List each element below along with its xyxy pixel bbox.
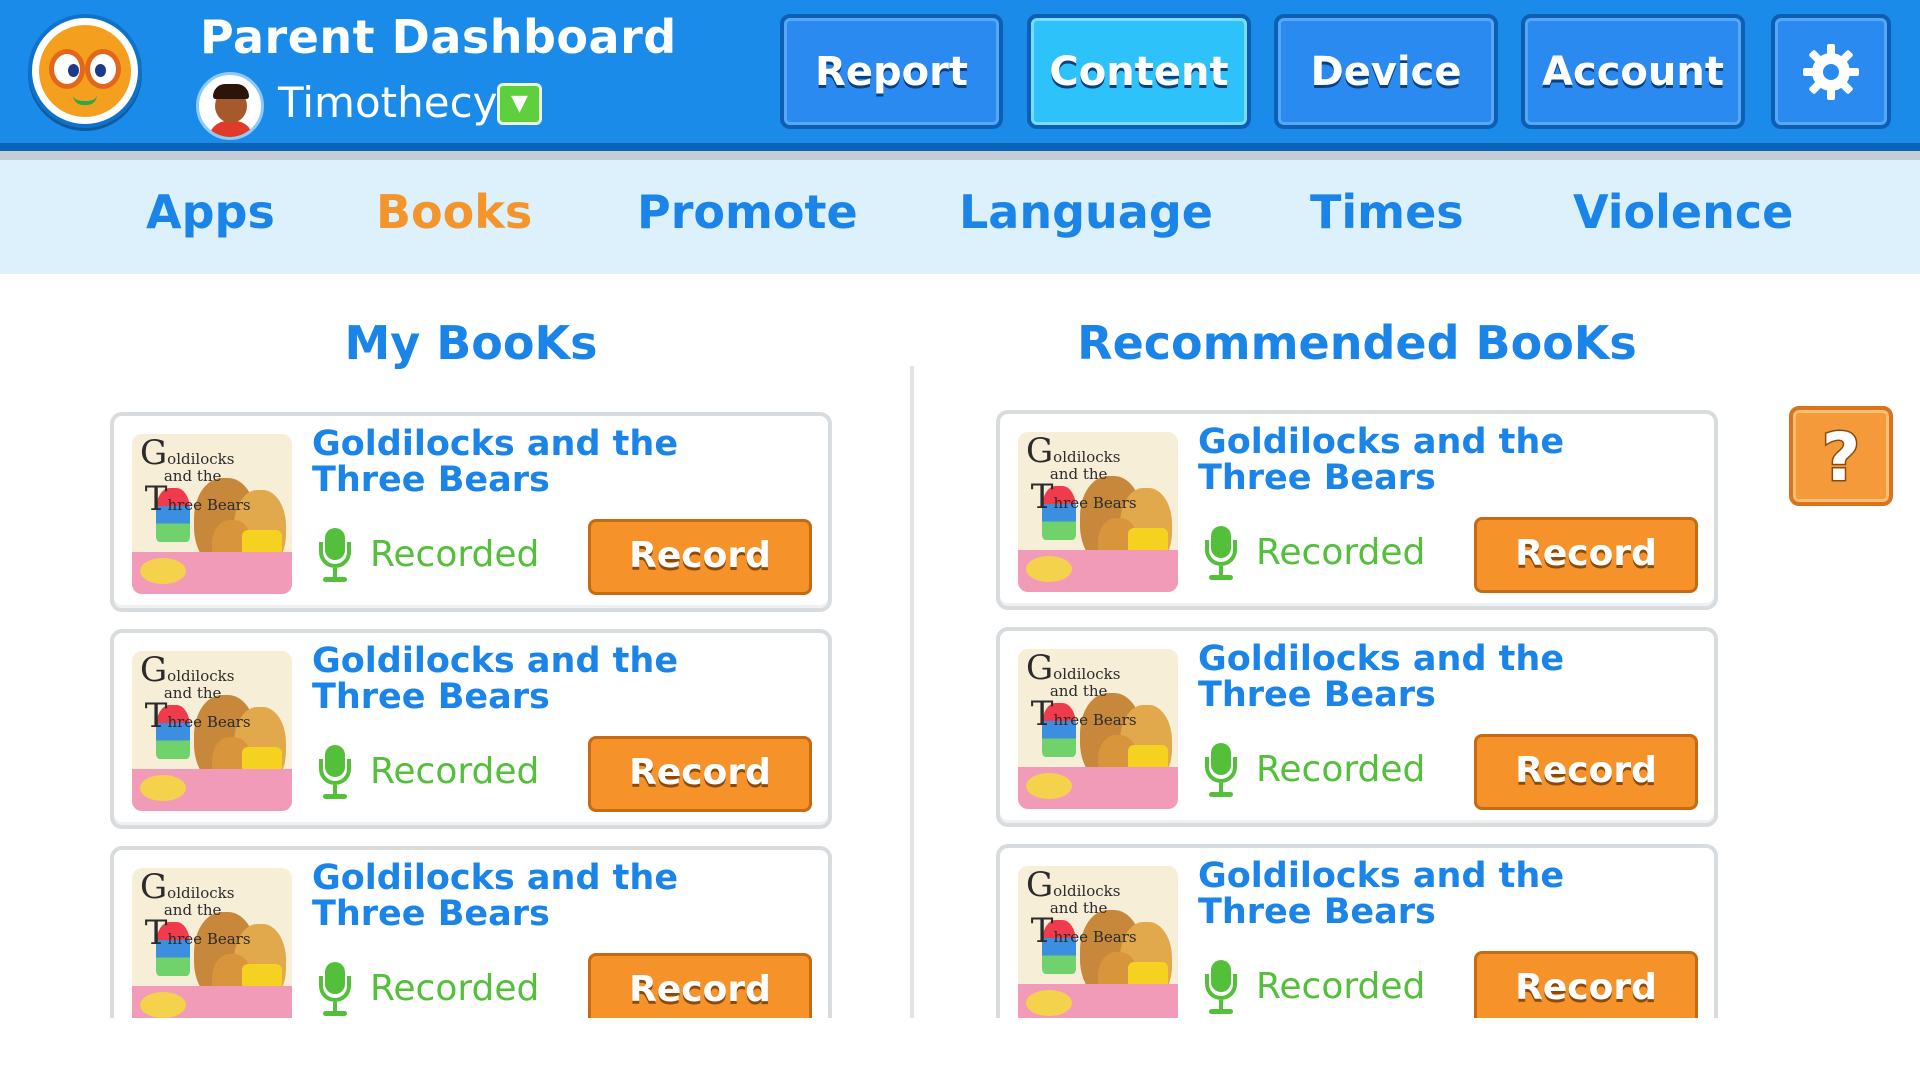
nav-report-button[interactable]: Report <box>780 14 1003 129</box>
microphone-icon <box>318 962 354 1018</box>
app-header: Parent Dashboard Timothecy ▼ Report Cont… <box>0 0 1920 151</box>
tab-apps[interactable]: Apps <box>146 185 275 239</box>
recorded-status: Recorded <box>1256 749 1426 790</box>
record-button[interactable]: Record <box>1474 517 1698 593</box>
book-title[interactable]: Goldilocks and the Three Bears <box>1198 858 1618 930</box>
microphone-icon <box>1204 960 1240 1016</box>
book-cover-image[interactable]: Goldilocks and the Three Bears <box>132 434 292 594</box>
book-cover-image[interactable]: Goldilocks and the Three Bears <box>132 868 292 1028</box>
bottom-mask <box>0 1018 1920 1080</box>
record-button[interactable]: Record <box>1474 951 1698 1027</box>
book-cover-title: Goldilocks and the Three Bears <box>140 868 251 953</box>
book-title[interactable]: Goldilocks and the Three Bears <box>1198 641 1618 713</box>
app-logo <box>28 14 142 128</box>
page-title: Parent Dashboard <box>200 10 677 64</box>
recorded-status: Recorded <box>370 534 540 575</box>
recorded-status: Recorded <box>1256 966 1426 1007</box>
owl-eye-left <box>49 49 85 89</box>
microphone-icon <box>318 745 354 801</box>
my-book-card[interactable]: Goldilocks and the Three Bears Goldilock… <box>110 629 832 829</box>
content-tabs: Apps Books Promote Language Times Violen… <box>0 160 1920 274</box>
tab-promote[interactable]: Promote <box>637 185 858 239</box>
book-title[interactable]: Goldilocks and the Three Bears <box>312 860 732 932</box>
book-title[interactable]: Goldilocks and the Three Bears <box>312 643 732 715</box>
record-button[interactable]: Record <box>1474 734 1698 810</box>
book-cover-image[interactable]: Goldilocks and the Three Bears <box>1018 866 1178 1026</box>
record-button[interactable]: Record <box>588 519 812 595</box>
owl-face-icon <box>39 25 131 117</box>
avatar[interactable] <box>196 72 264 140</box>
chevron-down-icon: ▼ <box>511 91 528 116</box>
microphone-icon <box>1204 743 1240 799</box>
book-cover-image[interactable]: Goldilocks and the Three Bears <box>132 651 292 811</box>
column-divider <box>910 366 914 1022</box>
header-divider <box>0 151 1920 160</box>
recommended-books-title: Recommended BooKs <box>1077 316 1637 370</box>
recorded-status: Recorded <box>370 751 540 792</box>
user-dropdown-button[interactable]: ▼ <box>497 83 542 125</box>
recorded-status: Recorded <box>370 968 540 1009</box>
my-book-card[interactable]: Goldilocks and the Three Bears Goldilock… <box>110 846 832 1046</box>
book-title[interactable]: Goldilocks and the Three Bears <box>312 426 732 498</box>
book-cover-title: Goldilocks and the Three Bears <box>1026 866 1137 951</box>
book-cover-image[interactable]: Goldilocks and the Three Bears <box>1018 649 1178 809</box>
book-cover-title: Goldilocks and the Three Bears <box>140 434 251 519</box>
book-cover-image[interactable]: Goldilocks and the Three Bears <box>1018 432 1178 592</box>
owl-eye-right <box>85 49 121 89</box>
tab-violence[interactable]: Violence <box>1573 185 1793 239</box>
recorded-status: Recorded <box>1256 532 1426 573</box>
microphone-icon <box>1204 526 1240 582</box>
owl-smile <box>73 95 97 105</box>
nav-content-button[interactable]: Content <box>1027 14 1251 129</box>
microphone-icon <box>318 528 354 584</box>
tab-times[interactable]: Times <box>1310 185 1464 239</box>
book-cover-title: Goldilocks and the Three Bears <box>1026 649 1137 734</box>
book-cover-title: Goldilocks and the Three Bears <box>140 651 251 736</box>
record-button[interactable]: Record <box>588 736 812 812</box>
gear-icon <box>1803 44 1859 100</box>
recommended-book-card[interactable]: Goldilocks and the Three Bears Goldilock… <box>996 844 1718 1044</box>
question-icon: ? <box>1820 418 1861 498</box>
book-title[interactable]: Goldilocks and the Three Bears <box>1198 424 1618 496</box>
settings-button[interactable] <box>1771 14 1891 129</box>
book-cover-title: Goldilocks and the Three Bears <box>1026 432 1137 517</box>
nav-account-button[interactable]: Account <box>1521 14 1745 129</box>
user-name[interactable]: Timothecy <box>278 78 498 127</box>
recommended-book-card[interactable]: Goldilocks and the Three Bears Goldilock… <box>996 627 1718 827</box>
nav-device-button[interactable]: Device <box>1274 14 1498 129</box>
help-button[interactable]: ? <box>1789 406 1893 506</box>
tab-language[interactable]: Language <box>959 185 1213 239</box>
tab-books[interactable]: Books <box>376 185 532 239</box>
my-book-card[interactable]: Goldilocks and the Three Bears Goldilock… <box>110 412 832 612</box>
svg-text:?: ? <box>1822 419 1860 496</box>
my-books-title: My BooKs <box>344 316 598 370</box>
recommended-book-card[interactable]: Goldilocks and the Three Bears Goldilock… <box>996 410 1718 610</box>
